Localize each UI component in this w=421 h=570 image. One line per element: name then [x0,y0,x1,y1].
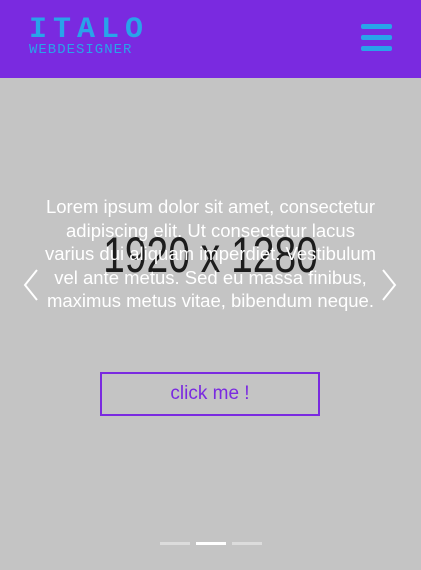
logo-title: ITALO [29,13,150,47]
chevron-left-icon[interactable] [20,265,44,305]
slide-indicator-3[interactable] [232,542,262,545]
hamburger-menu-icon[interactable] [361,24,392,52]
menu-bar-middle [361,35,392,40]
page: ITALO WEBDESIGNER 1920 x 1280 Lorem ipsu… [0,0,421,570]
slide-caption: Lorem ipsum dolor sit amet, consectetur … [44,196,377,311]
menu-bar-top [361,24,392,29]
slide-indicator-2[interactable] [196,542,226,545]
slide-indicator-1[interactable] [160,542,190,545]
hero-slider: 1920 x 1280 Lorem ipsum dolor sit amet, … [0,78,421,570]
chevron-right-icon[interactable] [376,265,400,305]
logo-subtitle: WEBDESIGNER [29,42,133,58]
menu-bar-bottom [361,46,392,51]
site-header: ITALO WEBDESIGNER [0,0,421,78]
site-logo[interactable]: ITALO WEBDESIGNER [29,13,150,58]
click-me-button[interactable]: click me ! [100,372,320,416]
